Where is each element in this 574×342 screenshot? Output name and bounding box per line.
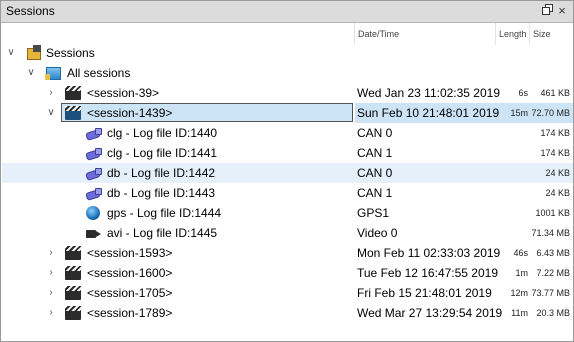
tree-label: <session-1439> [87,106,173,120]
length-cell: 46s [513,248,528,258]
tree-label: <session-1600> [87,266,173,280]
channel-cell: CAN 0 [357,126,393,140]
expand-chevron-icon[interactable]: › [45,83,57,103]
size-cell: 24 KB [545,188,570,198]
tree-row-root[interactable]: ∨ Sessions [2,43,573,63]
tree-label: All sessions [67,66,131,80]
tree-row-session[interactable]: › <session-39> Wed Jan 23 11:02:35 2019 … [2,83,573,103]
channel-cell: CAN 1 [357,186,393,200]
size-cell: 71.34 MB [531,228,570,238]
can-cable-icon [85,186,102,201]
column-header-length[interactable]: Length [496,23,530,45]
tree-row-session[interactable]: › <session-1593> Mon Feb 11 02:33:03 201… [2,243,573,263]
channel-cell: CAN 1 [357,146,393,160]
tree-row-log-file[interactable]: clg - Log file ID:1441 CAN 1 174 KB [2,143,573,163]
date-cell: Wed Jan 23 11:02:35 2019 [357,86,501,100]
size-cell: 461 KB [540,88,570,98]
tree-label: db - Log file ID:1443 [107,186,216,200]
channel-cell: CAN 0 [357,166,393,180]
expand-chevron-icon[interactable]: › [45,243,57,263]
tree-label: <session-1705> [87,286,173,300]
tree-label: clg - Log file ID:1441 [107,146,218,160]
expand-chevron-icon[interactable]: › [45,283,57,303]
date-cell: Wed Mar 27 13:29:54 2019 [357,306,503,320]
length-cell: 1m [515,268,528,278]
clapperboard-icon [65,266,81,280]
tree-row-log-file[interactable]: gps - Log file ID:1444 GPS1 1001 KB [2,203,573,223]
collapse-chevron-icon[interactable]: ∨ [25,63,37,83]
tree-label: <session-1593> [87,246,173,260]
title-bar: Sessions × [1,1,573,23]
panel-title: Sessions [6,4,55,18]
tree-row-session[interactable]: › <session-1600> Tue Feb 12 16:47:55 201… [2,263,573,283]
clapperboard-icon [65,306,81,320]
clapperboard-icon [65,106,81,120]
video-camera-icon [85,226,101,240]
can-cable-icon [85,166,102,181]
channel-cell: GPS1 [357,206,390,220]
size-cell: 1001 KB [535,208,570,218]
tree-row-session-selected[interactable]: ∨ <session-1439> Sun Feb 10 21:48:01 201… [2,103,573,123]
length-cell: 6s [518,88,528,98]
tree-label: gps - Log file ID:1444 [107,206,222,220]
collapse-chevron-icon[interactable]: ∨ [45,103,57,123]
tree-row-session[interactable]: › <session-1789> Wed Mar 27 13:29:54 201… [2,303,573,323]
can-cable-icon [85,126,102,141]
clapperboard-icon [65,286,81,300]
clapperboard-icon [65,246,81,260]
sessions-panel: Sessions × Date/Time Length Size ∨ Sessi… [0,0,574,342]
size-cell: 20.3 MB [536,308,570,318]
folder-icon [45,67,61,80]
channel-cell: Video 0 [357,226,398,240]
tree-row-log-file[interactable]: db - Log file ID:1443 CAN 1 24 KB [2,183,573,203]
column-header-size[interactable]: Size [530,23,573,45]
date-cell: Tue Feb 12 16:47:55 2019 [357,266,498,280]
tree-label: clg - Log file ID:1440 [107,126,218,140]
collapse-chevron-icon[interactable]: ∨ [5,43,17,63]
close-button[interactable]: × [555,3,569,19]
size-cell: 6.43 MB [536,248,570,258]
restore-icon[interactable] [540,3,554,19]
tree-label: db - Log file ID:1442 [107,166,216,180]
date-cell: Mon Feb 11 02:33:03 2019 [357,246,501,260]
tree-row-session[interactable]: › <session-1705> Fri Feb 15 21:48:01 201… [2,283,573,303]
tree-row-log-file[interactable]: clg - Log file ID:1440 CAN 0 174 KB [2,123,573,143]
tree-row-log-file[interactable]: avi - Log file ID:1445 Video 0 71.34 MB [2,223,573,243]
date-cell: Fri Feb 15 21:48:01 2019 [357,286,492,300]
length-cell: 12m [510,288,528,298]
expand-chevron-icon[interactable]: › [45,303,57,323]
tree-label: Sessions [46,46,95,60]
column-header-name[interactable] [2,23,355,45]
tree-row-log-file-hovered[interactable]: db - Log file ID:1442 CAN 0 24 KB [2,163,573,183]
length-cell: 15m [510,108,528,118]
sessions-root-icon [27,45,41,60]
date-cell: Sun Feb 10 21:48:01 2019 [357,106,500,120]
size-cell: 72.70 MB [531,108,570,118]
size-cell: 73.77 MB [531,288,570,298]
length-cell: 11m [511,308,528,318]
tree-label: avi - Log file ID:1445 [107,226,218,240]
tree-label: <session-1789> [87,306,173,320]
tree-label: <session-39> [87,86,160,100]
size-cell: 174 KB [540,148,570,158]
size-cell: 24 KB [545,168,570,178]
globe-icon [86,206,100,220]
column-header: Date/Time Length Size [2,23,573,45]
expand-chevron-icon[interactable]: › [45,263,57,283]
tree-row-all-sessions[interactable]: ∨ All sessions [2,63,573,83]
column-header-date[interactable]: Date/Time [355,23,496,45]
size-cell: 7.22 MB [536,268,570,278]
size-cell: 174 KB [540,128,570,138]
can-cable-icon [85,146,102,161]
clapperboard-icon [65,86,81,100]
